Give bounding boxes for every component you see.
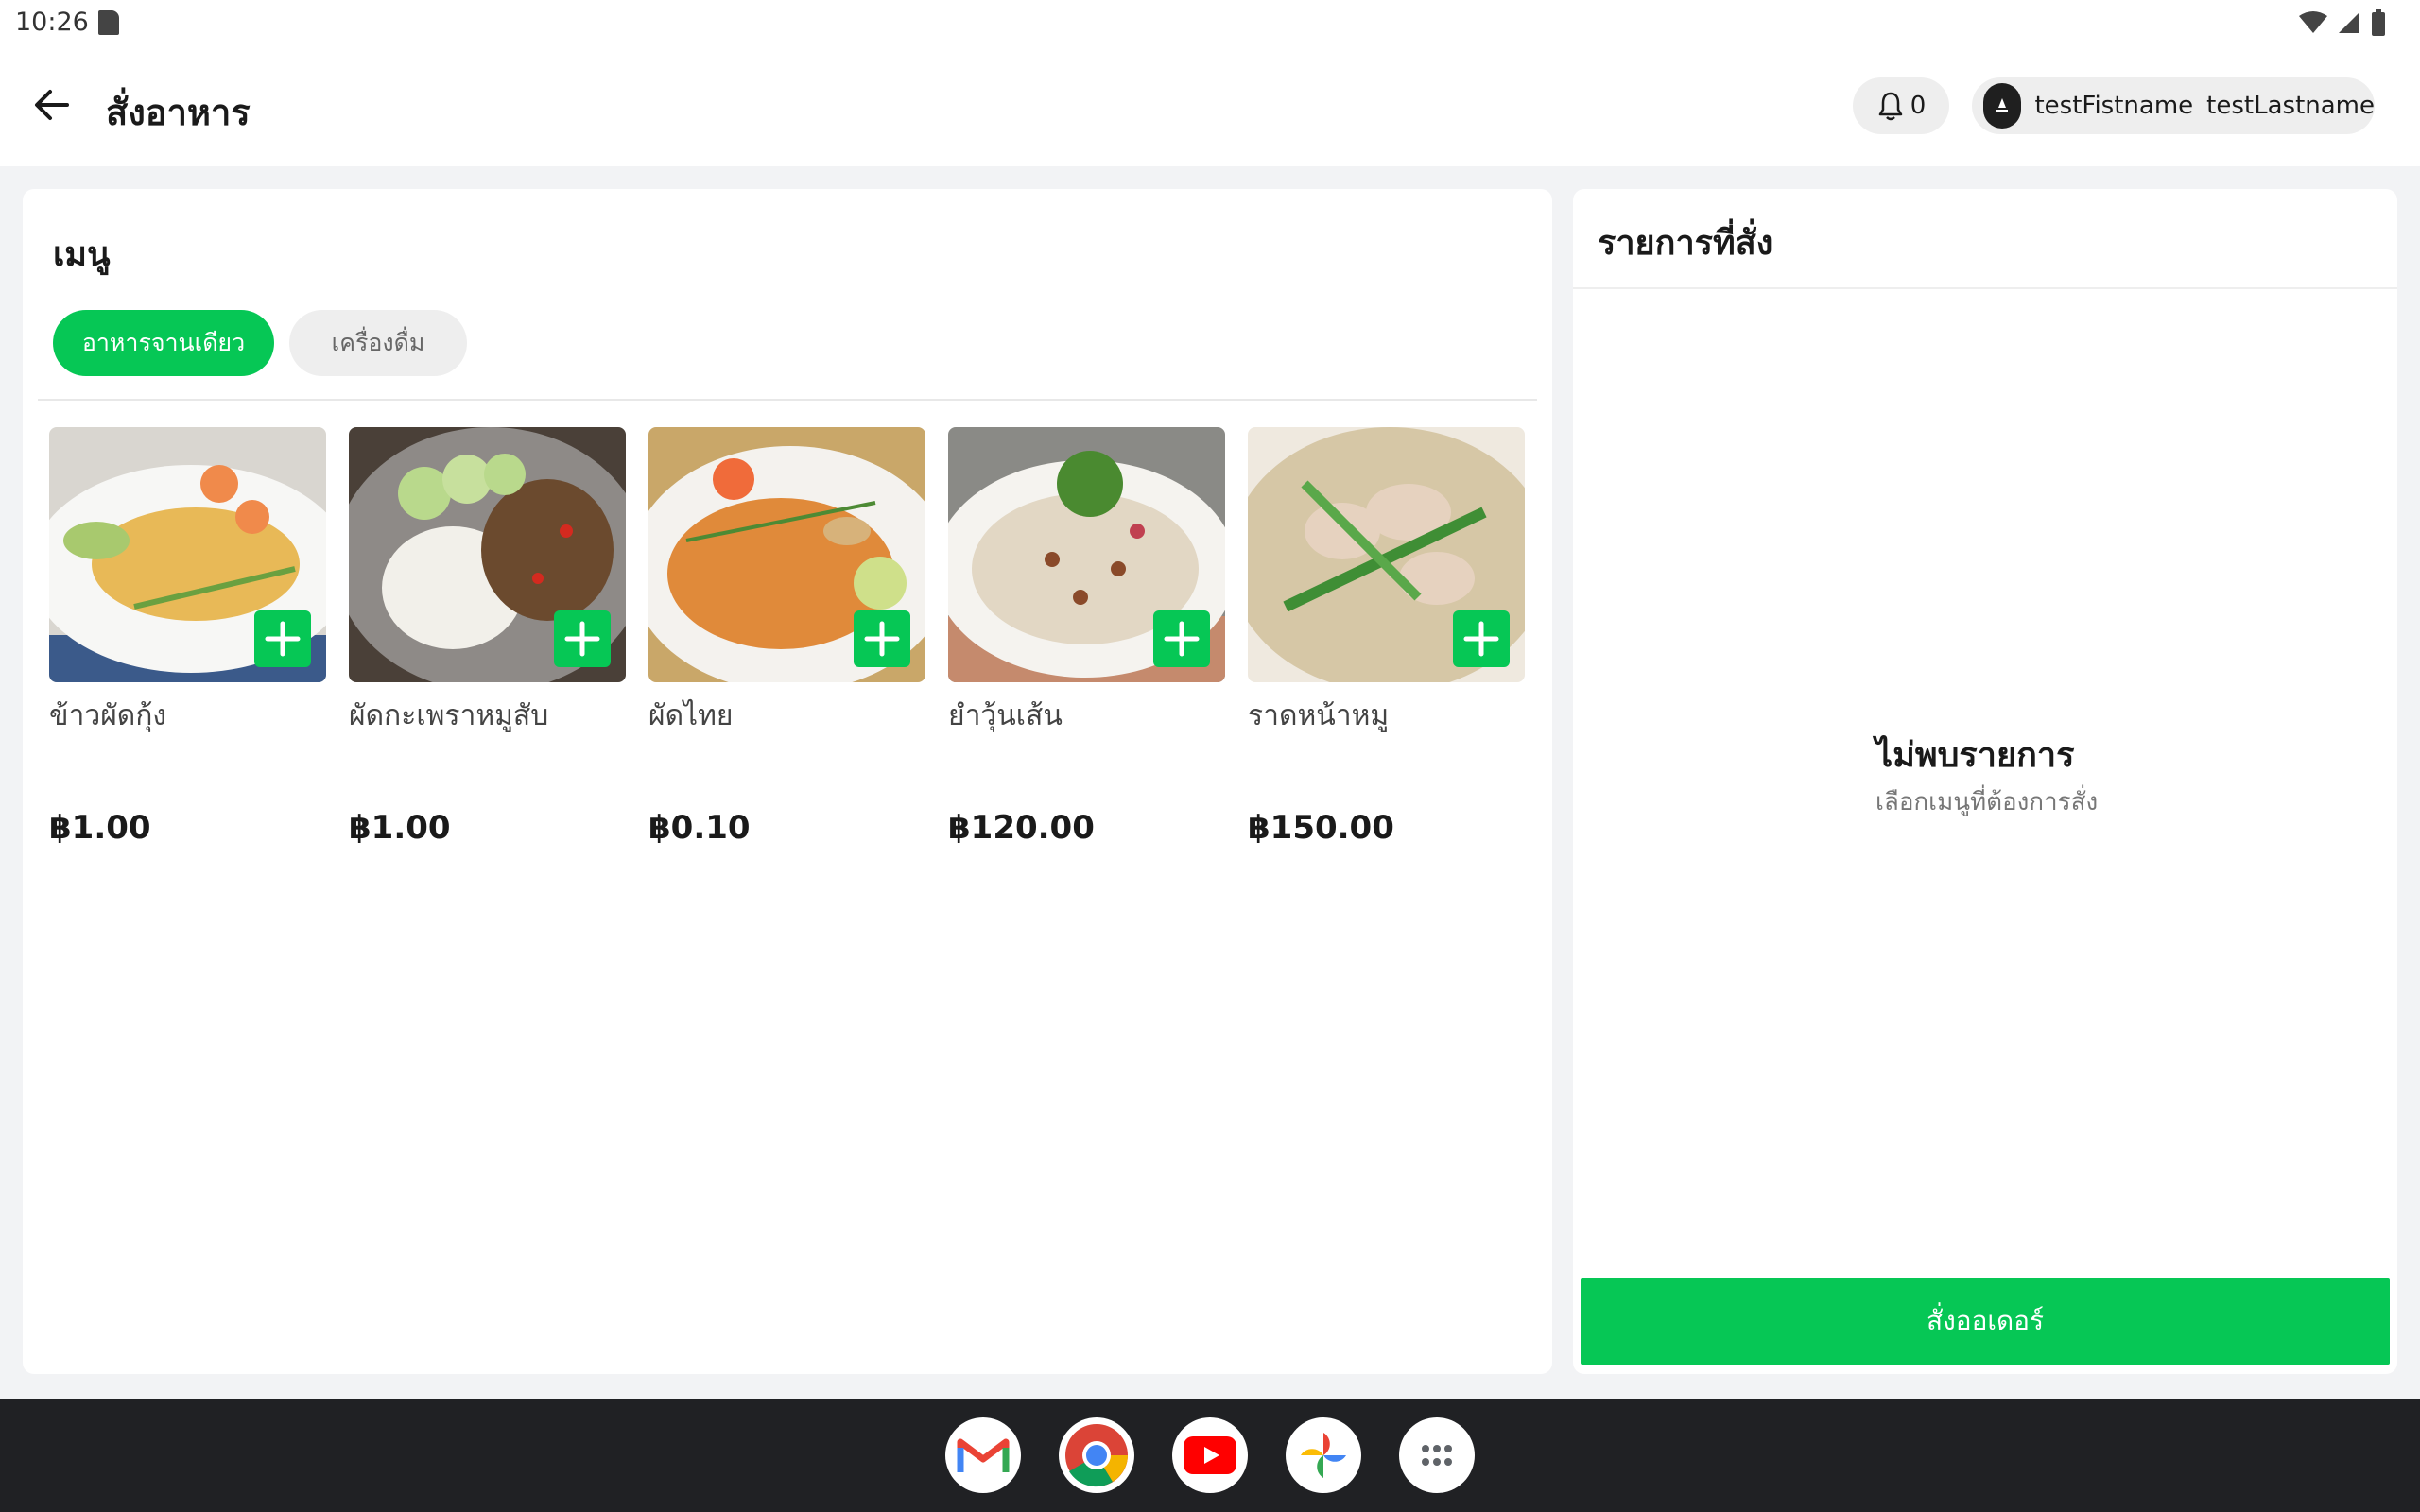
submit-order-button[interactable]: สั่งออเดอร์ [1581,1278,2390,1365]
sd-card-icon [98,10,119,35]
chrome-icon[interactable] [1059,1418,1134,1493]
menu-item-price: ฿150.00 [1248,809,1394,847]
user-last-name: testLastname [2206,92,2375,120]
user-first-name: testFistname [2034,92,2194,120]
user-profile-button[interactable]: testFistname testLastname [1972,77,2375,134]
arrow-left-icon [35,90,69,120]
category-chip-single-dish[interactable]: อาหารจานเดียว [53,310,274,376]
photos-icon[interactable] [1286,1418,1361,1493]
menu-item-image-glass-noodle-salad [948,427,1225,682]
menu-item-name: ผัดไทย [648,699,734,732]
add-to-order-button[interactable] [254,610,311,667]
plus-icon [1164,621,1200,657]
signal-icon [2339,12,2360,33]
user-avatar-icon [1996,98,2009,112]
gmail-icon[interactable] [945,1418,1021,1493]
status-bar: 10:26 [0,0,2420,49]
empty-state-subtitle: เลือกเมนูที่ต้องการสั่ง [1876,788,2099,816]
app-bar: สั่งอาหาร 0 testFistname testLastname [0,49,2420,166]
menu-item-card[interactable]: ยำวุ้นเส้น ฿120.00 [948,427,1225,852]
status-icons [2299,9,2386,36]
divider [1573,287,2397,289]
empty-state-title: ไม่พบรายการ [1876,736,2075,775]
plus-icon [864,621,900,657]
add-to-order-button[interactable] [554,610,611,667]
menu-item-price: ฿1.00 [49,809,151,847]
apps-icon[interactable] [1399,1418,1475,1493]
menu-item-price: ฿120.00 [948,809,1095,847]
menu-item-name: ผัดกะเพราหมูสับ [349,699,549,732]
menu-panel: เมนู อาหารจานเดียว เครื่องดื่ม ข้าวผัดกุ… [23,189,1552,1374]
menu-item-card[interactable]: ผัดไทย ฿0.10 [648,427,925,852]
order-title: รายการที่สั่ง [1598,224,1773,263]
app-dock [945,1418,1475,1493]
plus-icon [564,621,600,657]
menu-title: เมนู [53,235,111,274]
page-title: สั่งอาหาร [106,92,251,133]
add-to-order-button[interactable] [1153,610,1210,667]
avatar [1983,83,2022,129]
menu-item-image-pad-thai [648,427,925,682]
youtube-icon[interactable] [1172,1418,1248,1493]
divider [38,399,1537,401]
menu-item-price: ฿1.00 [349,809,451,847]
back-button[interactable] [28,81,76,129]
menu-item-image-rad-na-pork [1248,427,1525,682]
notification-count: 0 [1910,92,1927,120]
menu-item-image-basil-pork-rice [349,427,626,682]
add-to-order-button[interactable] [1453,610,1510,667]
menu-item-name: ข้าวผัดกุ้ง [49,699,167,732]
menu-item-card[interactable]: ราดหน้าหมู ฿150.00 [1248,427,1525,852]
menu-item-name: ราดหน้าหมู [1248,699,1390,732]
category-chip-drinks[interactable]: เครื่องดื่ม [289,310,467,376]
menu-item-price: ฿0.10 [648,809,751,847]
bell-icon [1878,92,1902,121]
menu-item-list: ข้าวผัดกุ้ง ฿1.00 ผัดกะเพราหมูสับ ฿1.00 … [49,427,1543,852]
wifi-icon [2299,11,2327,33]
menu-item-card[interactable]: ข้าวผัดกุ้ง ฿1.00 [49,427,326,852]
add-to-order-button[interactable] [854,610,910,667]
menu-item-name: ยำวุ้นเส้น [948,699,1063,732]
menu-item-image-fried-rice-shrimp [49,427,326,682]
menu-item-card[interactable]: ผัดกะเพราหมูสับ ฿1.00 [349,427,626,852]
order-panel: รายการที่สั่ง ไม่พบรายการ เลือกเมนูที่ต้… [1573,189,2397,1374]
status-time: 10:26 [15,8,89,37]
taskbar [0,1399,2420,1512]
plus-icon [1463,621,1499,657]
plus-icon [265,621,301,657]
notification-button[interactable]: 0 [1853,77,1949,134]
battery-icon [2372,9,2385,36]
